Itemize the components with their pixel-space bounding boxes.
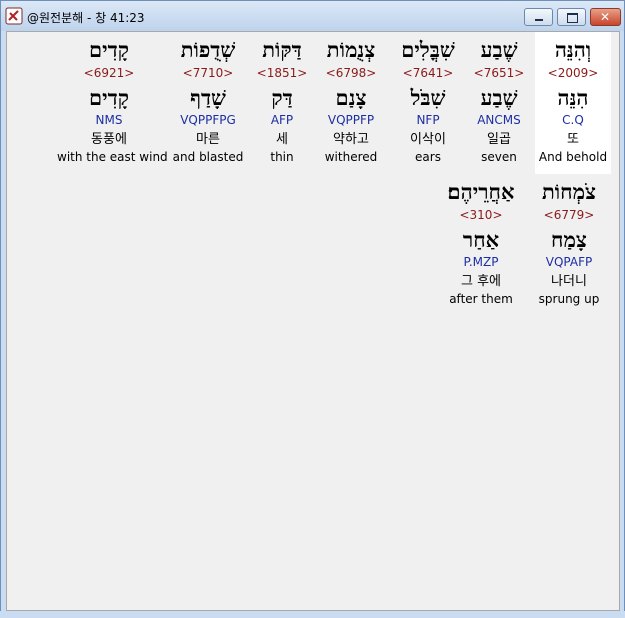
morphology-code: VQPPFP [327, 113, 375, 127]
maximize-button[interactable] [557, 8, 586, 26]
interlinear-panel: וְהִנֵּה <2009> הִנֵּה C.Q 또 And behold … [6, 31, 620, 611]
strong-number[interactable]: <310> [443, 209, 519, 221]
english-gloss: after them [449, 292, 513, 306]
hebrew-lemma: דַּק [271, 85, 293, 110]
strong-number[interactable]: <6921> [71, 67, 147, 79]
hebrew-word: שֶׁבַע [480, 37, 518, 62]
hebrew-lemma: קָדִים [89, 85, 129, 110]
close-icon: ✕ [600, 10, 611, 24]
korean-gloss: 일곱 [487, 132, 511, 147]
strong-number[interactable]: <2009> [535, 67, 611, 79]
korean-gloss: 마른 [196, 132, 220, 147]
hebrew-word: צֹמְחוֹת [541, 179, 597, 204]
minimize-icon [535, 19, 543, 21]
word-cell[interactable]: אַחֲרֵיהֶם׃ <310> אַחַר P.MZP 그 후에 after… [443, 174, 519, 316]
close-button[interactable]: ✕ [590, 8, 621, 26]
hebrew-lemma: צָמַח [551, 227, 587, 252]
hebrew-lemma: שֶׁבַע [480, 85, 518, 110]
korean-gloss: 나더니 [551, 274, 587, 289]
korean-gloss: 동풍에 [91, 132, 127, 147]
strong-number[interactable]: <7651> [461, 67, 537, 79]
morphology-code: P.MZP [463, 255, 499, 269]
morphology-code: VQPPFPG [180, 113, 236, 127]
korean-gloss: 또 [567, 132, 579, 147]
hebrew-lemma: אַחַר [462, 227, 500, 252]
minimize-button[interactable] [524, 8, 553, 26]
strong-number[interactable]: <1851> [244, 67, 320, 79]
title-bar[interactable]: @원전분해 - 창 41:23 ✕ [1, 1, 624, 31]
word-cell[interactable]: צֹמְחוֹת <6779> צָמַח VQPAFP 나더니 sprung … [531, 174, 607, 316]
word-cell[interactable]: שְׁדֻפוֹת <7710> שָׁדַף VQPPFPG 마른 and b… [170, 32, 246, 174]
maximize-icon [567, 13, 578, 23]
morphology-code: C.Q [562, 113, 584, 127]
strong-number[interactable]: <6798> [313, 67, 389, 79]
word-cell[interactable]: קָדִים <6921> קָדִים NMS 동풍에 with the ea… [57, 32, 168, 174]
hebrew-word: דַּקּוֹת [262, 37, 302, 62]
hebrew-word: אַחֲרֵיהֶם׃ [447, 179, 515, 204]
korean-gloss: 그 후에 [460, 274, 501, 289]
hebrew-word: שְׁדֻפוֹת [180, 37, 236, 62]
window-title: @원전분해 - 창 41:23 [27, 11, 145, 25]
application-window: @원전분해 - 창 41:23 ✕ וְהִנֵּה <2009> הִנֵּה… [0, 0, 625, 618]
korean-gloss: 약하고 [333, 132, 369, 147]
korean-gloss: 세 [276, 132, 288, 147]
morphology-code: VQPAFP [545, 255, 593, 269]
strong-number[interactable]: <6779> [531, 209, 607, 221]
hebrew-lemma: שִׁבֹּל [410, 85, 446, 110]
morphology-code: NFP [416, 113, 440, 127]
hebrew-lemma: צָנַם [335, 85, 367, 110]
hebrew-word: צְנֻמוֹת [326, 37, 376, 62]
strong-number[interactable]: <7710> [170, 67, 246, 79]
english-gloss: with the east wind [57, 150, 168, 164]
hebrew-lemma: שָׁדַף [190, 85, 226, 110]
app-icon [5, 7, 23, 25]
hebrew-lemma: הִנֵּה [557, 85, 589, 110]
morphology-code: AFP [270, 113, 294, 127]
strong-number[interactable]: <7641> [390, 67, 466, 79]
morphology-code: ANCMS [477, 113, 521, 127]
hebrew-word: קָדִים [89, 37, 129, 62]
morphology-code: NMS [95, 113, 123, 127]
window-bottom-border [0, 611, 625, 618]
hebrew-word: שִׁבֳּלִים [401, 37, 455, 62]
english-gloss: and blasted [172, 150, 244, 164]
korean-gloss: 이삭이 [410, 132, 446, 147]
hebrew-word: וְהִנֵּה [554, 37, 592, 62]
